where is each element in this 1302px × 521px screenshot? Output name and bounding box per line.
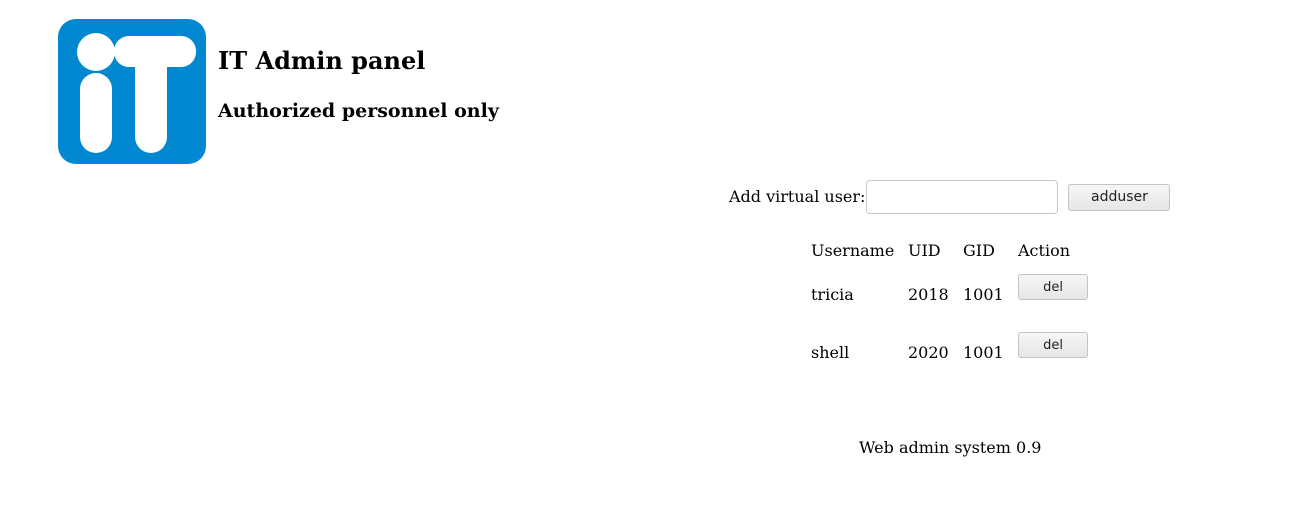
username-cell: shell [811, 342, 850, 362]
table-header-row: Username UID GID Action [810, 236, 1093, 264]
page: IT Admin panel Authorized personnel only… [0, 0, 1302, 521]
column-header-gid: GID [963, 240, 995, 260]
action-cell: del [1017, 266, 1093, 322]
table-row: tricia 2018 1001 del [810, 266, 1093, 322]
column-header-username: Username [811, 240, 895, 260]
footer-version-text: Web admin system 0.9 [859, 438, 1042, 457]
add-user-button[interactable]: adduser [1068, 183, 1171, 211]
action-cell: del [1017, 324, 1093, 380]
table-row: shell 2020 1001 del [810, 324, 1093, 380]
uid-cell: 2018 [908, 284, 949, 304]
uid-cell: 2020 [908, 342, 949, 362]
gid-cell: 1001 [963, 284, 1004, 304]
delete-user-button[interactable]: del [1018, 274, 1088, 300]
users-table: Username UID GID Action tricia 2018 1001… [808, 234, 1095, 382]
virtual-user-input[interactable] [866, 180, 1059, 214]
it-logo-icon [58, 19, 206, 164]
delete-user-button[interactable]: del [1018, 332, 1088, 358]
add-user-label: Add virtual user: [729, 187, 866, 206]
page-title: IT Admin panel [218, 46, 426, 75]
column-header-uid: UID [908, 240, 941, 260]
username-cell: tricia [811, 284, 854, 304]
page-subtitle: Authorized personnel only [218, 100, 499, 122]
gid-cell: 1001 [963, 342, 1004, 362]
column-header-action: Action [1018, 240, 1070, 260]
add-user-form: Add virtual user: adduser [729, 180, 1171, 214]
